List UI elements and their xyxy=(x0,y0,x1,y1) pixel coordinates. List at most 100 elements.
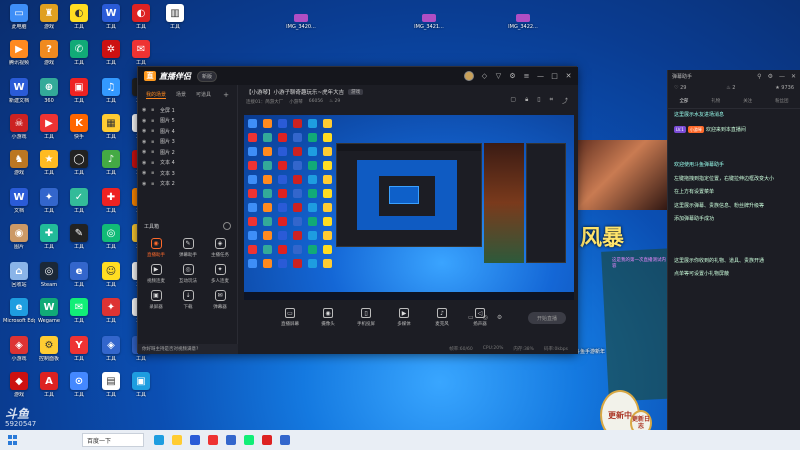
stream-preview[interactable] xyxy=(244,115,574,300)
desktop-icon[interactable]: ◐ 工具 xyxy=(126,4,156,30)
source-action-button[interactable]: ♪ 麦克风 xyxy=(430,308,454,327)
taskbar-app-icon[interactable] xyxy=(190,435,200,445)
start-live-button[interactable]: 开始直播 xyxy=(528,312,566,324)
desktop-icon[interactable]: ⌂ 回收站 xyxy=(4,262,34,288)
tool-item[interactable]: ◈ 主播任务 xyxy=(204,238,236,258)
message-icon[interactable]: ▽ xyxy=(495,72,502,80)
taskbar-app-icon[interactable] xyxy=(280,435,290,445)
source-action-button[interactable]: ◉ 摄像头 xyxy=(316,308,340,327)
lock-icon[interactable]: ▪ xyxy=(151,170,157,176)
desktop-icon[interactable]: ✉ 工具 xyxy=(64,298,94,324)
desktop-icon[interactable]: ◯ 工具 xyxy=(64,150,94,176)
visibility-icon[interactable]: ◉ xyxy=(142,160,148,166)
desktop-file[interactable]: IMG_3420... xyxy=(284,14,318,30)
desktop-icon[interactable]: ✆ 工具 xyxy=(64,40,94,66)
tab-props[interactable]: 可道具 xyxy=(196,91,211,99)
desktop-icon[interactable]: ▭ 此电脑 xyxy=(4,4,34,30)
tool-item[interactable]: ◉ 直播助手 xyxy=(140,238,172,258)
desktop-icon[interactable]: ◆ 游戏 xyxy=(4,372,34,398)
source-item[interactable]: ◉ ▪ 文本 4 xyxy=(142,158,233,169)
taskbar-search-input[interactable]: 百度一下 xyxy=(82,433,144,447)
taskbar-app-icon[interactable] xyxy=(244,435,254,445)
desktop-icon[interactable]: W 新建文档 xyxy=(4,78,34,104)
desktop-icon[interactable]: Y 工具 xyxy=(64,336,94,362)
desktop-icon[interactable]: ▥ 工具 xyxy=(160,4,190,30)
lock-icon[interactable]: ▪ xyxy=(151,107,157,113)
minimize-icon[interactable]: — xyxy=(537,72,544,80)
visibility-icon[interactable]: ◉ xyxy=(142,139,148,145)
chat-close-icon[interactable]: ✕ xyxy=(791,73,796,80)
lock-icon[interactable]: ▪ xyxy=(151,181,157,187)
desktop-icon[interactable]: A 工具 xyxy=(34,372,64,398)
tab-scene[interactable]: 场景 xyxy=(176,91,186,99)
feedback-notice[interactable]: 你好呀主持是否对视频满意? xyxy=(138,344,238,354)
source-action-button[interactable]: ▶ 多媒体 xyxy=(392,308,416,327)
desktop-icon[interactable]: ◎ Steam xyxy=(34,262,64,288)
desktop-icon[interactable]: ▤ 工具 xyxy=(96,372,126,398)
beauty-icon[interactable]: ◎ xyxy=(483,314,488,321)
add-scene-icon[interactable]: + xyxy=(223,91,229,99)
chat-tab-follow[interactable]: 关注 xyxy=(743,98,752,104)
desktop-icon[interactable]: ✓ 工具 xyxy=(64,188,94,214)
desktop-icon[interactable]: ★ 工具 xyxy=(34,150,64,176)
chat-pin-icon[interactable]: ⚲ xyxy=(757,73,761,80)
source-item[interactable]: ◉ ▪ 文本 3 xyxy=(142,168,233,179)
desktop-icon[interactable]: W 工具 xyxy=(96,4,126,30)
visibility-icon[interactable]: ◉ xyxy=(142,149,148,155)
desktop-icon[interactable]: ✎ 工具 xyxy=(64,224,94,250)
visibility-icon[interactable]: ◉ xyxy=(142,128,148,134)
desktop-icon[interactable]: ✦ 工具 xyxy=(34,188,64,214)
stream-title[interactable]: 【小游琴】小游子聊奇趣玩乐~虎年大吉 xyxy=(246,88,344,96)
desktop-file[interactable]: IMG_3421... xyxy=(412,14,446,30)
source-item[interactable]: ◉ ▪ 图片 4 xyxy=(142,126,233,137)
crop-icon[interactable]: ⌗ xyxy=(550,96,553,105)
version-badge[interactable]: 新版 xyxy=(197,70,218,82)
desktop-icon[interactable]: ✚ 工具 xyxy=(96,188,126,214)
taskbar-app-icon[interactable] xyxy=(208,435,218,445)
desktop-icon[interactable]: ▦ 工具 xyxy=(96,114,126,140)
desktop-file[interactable]: IMG_3422... xyxy=(506,14,540,30)
desktop-icon[interactable]: ⚙ 控制面板 xyxy=(34,336,64,362)
desktop-icon[interactable]: ✚ 工具 xyxy=(34,224,64,250)
mobile-icon[interactable]: ▯ xyxy=(537,96,540,105)
desktop-icon[interactable]: ▶ 腾讯视频 xyxy=(4,40,34,66)
source-item[interactable]: ◉ ▪ 图片 3 xyxy=(142,137,233,148)
tool-item[interactable]: ✉ 弹幕器 xyxy=(204,290,236,310)
lock-icon[interactable]: ▪ xyxy=(151,128,157,134)
chat-tab-all[interactable]: 全部 xyxy=(679,98,688,104)
tool-item[interactable]: ▣ 录屏器 xyxy=(140,290,172,310)
desktop-icon[interactable]: ♞ 游戏 xyxy=(4,150,34,176)
settings-icon[interactable]: ⚙ xyxy=(509,72,516,80)
source-item[interactable]: ◉ ▪ 全屏 1 xyxy=(142,105,233,116)
skin-icon[interactable]: ◇ xyxy=(481,72,488,80)
taskbar-app-icon[interactable] xyxy=(226,435,236,445)
lock-icon[interactable]: ▪ xyxy=(151,118,157,124)
tool-item[interactable]: ↓ 下载 xyxy=(172,290,204,310)
visibility-icon[interactable]: ◉ xyxy=(142,107,148,113)
record-icon[interactable]: ▭ xyxy=(468,314,474,321)
desktop-icon[interactable]: ▣ 工具 xyxy=(64,78,94,104)
desktop-icon[interactable]: ◉ 图片 xyxy=(4,224,34,250)
start-button[interactable] xyxy=(4,431,22,449)
tab-my-scene[interactable]: 我的场景 xyxy=(146,91,167,99)
desktop-icon[interactable]: ✦ 工具 xyxy=(96,298,126,324)
lock-icon[interactable]: ▪ xyxy=(151,160,157,166)
source-item[interactable]: ◉ ▪ 图片 2 xyxy=(142,147,233,158)
live-settings-icon[interactable]: ⚙ xyxy=(497,314,502,321)
layout-icon[interactable]: ▢ xyxy=(510,96,516,105)
desktop-icon[interactable]: ⊙ 工具 xyxy=(64,372,94,398)
lock-icon[interactable]: ▪ xyxy=(151,149,157,155)
desktop-icon[interactable]: ♪ 工具 xyxy=(96,150,126,176)
close-icon[interactable]: ✕ xyxy=(565,72,572,80)
desktop-icon[interactable]: ☠ 小游戏 xyxy=(4,114,34,140)
desktop-icon[interactable]: ◎ 工具 xyxy=(96,224,126,250)
desktop-icon[interactable]: W 文档 xyxy=(4,188,34,214)
avatar[interactable] xyxy=(464,71,474,81)
source-item[interactable]: ◉ ▪ 图片 5 xyxy=(142,116,233,127)
desktop-icon[interactable]: ◈ 工具 xyxy=(96,336,126,362)
maximize-icon[interactable]: □ xyxy=(551,72,558,80)
desktop-icon[interactable]: ◈ 小游戏 xyxy=(4,336,34,362)
tool-item[interactable]: ◎ 互动玩法 xyxy=(172,264,204,284)
lock-icon[interactable]: 🔒︎ xyxy=(525,96,528,105)
tool-item[interactable]: ✎ 弹幕助手 xyxy=(172,238,204,258)
